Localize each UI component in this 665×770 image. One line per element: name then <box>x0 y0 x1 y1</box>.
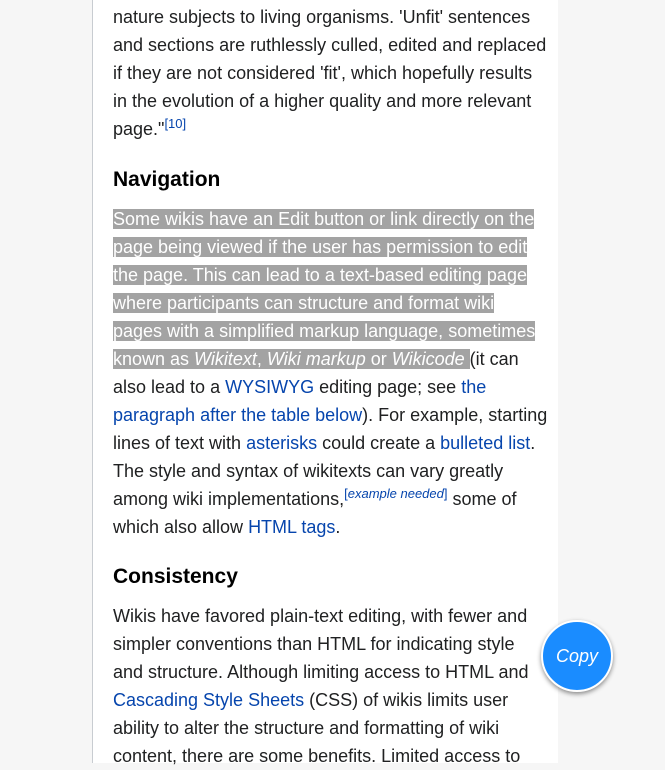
citation-needed-note: [example needed] <box>344 486 448 501</box>
reference-link-10[interactable]: [10] <box>164 116 186 131</box>
term-wiki-markup: Wiki markup <box>266 349 366 369</box>
term-wikicode: Wikicode <box>391 349 465 369</box>
navigation-paragraph: Some wikis have an Edit button or link d… <box>113 209 548 537</box>
link-asterisks[interactable]: asterisks <box>246 433 317 453</box>
link-bulleted-list[interactable]: bulleted list <box>440 433 530 453</box>
consistency-paragraph: Wikis have favored plain-text editing, w… <box>113 606 529 766</box>
article-page: nature subjects to living organisms. 'Un… <box>92 0 558 766</box>
section-heading-navigation: Navigation <box>113 168 221 191</box>
link-html-tags[interactable]: HTML tags <box>248 517 335 537</box>
term-wikitext: Wikitext <box>194 349 257 369</box>
intro-paragraph: nature subjects to living organisms. 'Un… <box>113 3 548 143</box>
link-css[interactable]: Cascading Style Sheets <box>113 690 304 710</box>
link-wysiwyg[interactable]: WYSIWYG <box>225 377 314 397</box>
selected-text: Some wikis have an Edit button or link d… <box>113 209 536 369</box>
link-example-needed[interactable]: example needed <box>348 486 444 501</box>
copy-button[interactable]: Copy <box>541 620 613 692</box>
section-heading-consistency: Consistency <box>113 565 238 588</box>
